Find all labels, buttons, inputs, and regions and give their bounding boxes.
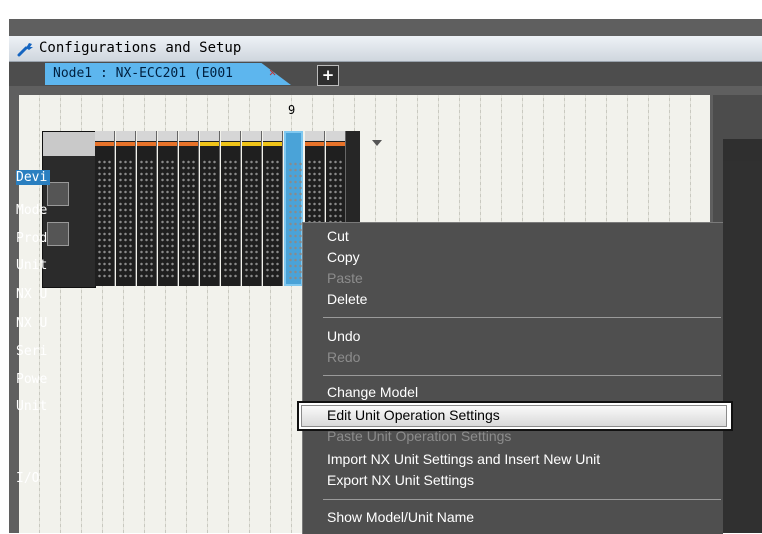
property-label: NX U (16, 316, 48, 331)
nx-unit-4[interactable] (158, 131, 178, 286)
terminal-block (244, 159, 259, 279)
property-label: Powe (16, 372, 48, 387)
unit-cap (242, 131, 261, 141)
property-label: I/O (16, 471, 40, 486)
nx-unit-6[interactable] (200, 131, 220, 286)
chevron-down-icon[interactable] (372, 140, 382, 146)
terminal-block (202, 159, 217, 279)
close-icon[interactable]: ✕ (269, 65, 276, 79)
panel-title: Configurations and Setup (39, 40, 242, 56)
menu-separator (323, 375, 721, 376)
terminal-block (223, 159, 238, 279)
tab-node1[interactable]: Node1 : NX-ECC201 (E001 ✕ (45, 63, 291, 85)
coupler-top (43, 132, 95, 156)
menu-item-cut[interactable]: Cut (327, 228, 349, 244)
unit-cap (326, 131, 345, 141)
properties-header (723, 139, 762, 161)
terminal-block (97, 159, 112, 279)
unit-cap (221, 131, 240, 141)
tab-strip: Node1 : NX-ECC201 (E001 ✕ (9, 62, 762, 86)
menu-separator (323, 499, 721, 500)
property-label[interactable]: Devi (16, 170, 50, 185)
nx-unit-selected[interactable] (284, 131, 303, 286)
unit-cap (179, 131, 198, 141)
terminal-block (265, 159, 280, 279)
panel-titlebar: Configurations and Setup (9, 36, 762, 62)
wrench-icon (17, 40, 35, 58)
menu-item-import-nx-unit-settings[interactable]: Import NX Unit Settings and Insert New U… (327, 451, 600, 467)
status-led (326, 142, 345, 146)
status-led (200, 142, 219, 146)
property-label: Prod (16, 231, 48, 246)
status-led (137, 142, 156, 146)
unit-cap (137, 131, 156, 141)
menu-item-copy[interactable]: Copy (327, 249, 360, 265)
terminal-block (181, 159, 196, 279)
status-led (305, 142, 324, 146)
menu-item-label: Edit Unit Operation Settings (327, 407, 500, 423)
status-led (242, 142, 261, 146)
menu-item-paste[interactable]: Paste (327, 270, 363, 286)
property-label: Unit (16, 258, 48, 273)
ethercat-port-icon (47, 222, 69, 246)
unit-cap (263, 131, 282, 141)
context-menu: Cut Copy Paste Delete Undo Redo Change M… (302, 222, 723, 534)
menu-item-undo[interactable]: Undo (327, 328, 360, 344)
unit-cap (95, 131, 114, 141)
property-label: Mode (16, 203, 48, 218)
terminal-block (118, 159, 133, 279)
nx-unit-2[interactable] (116, 131, 136, 286)
status-led (158, 142, 177, 146)
status-led (95, 142, 114, 146)
menu-item-export-nx-unit-settings[interactable]: Export NX Unit Settings (327, 472, 474, 488)
unit-cap (305, 131, 324, 141)
nx-unit-7[interactable] (221, 131, 241, 286)
unit-cap (200, 131, 219, 141)
status-led (179, 142, 198, 146)
status-led (116, 142, 135, 146)
slot-number: 9 (288, 103, 296, 117)
tab-label: Node1 : NX-ECC201 (E001 (53, 66, 234, 81)
menu-item-change-model[interactable]: Change Model (327, 384, 418, 400)
terminal-block (160, 159, 175, 279)
property-label: Seri (16, 344, 48, 359)
terminal-block (288, 161, 303, 281)
nx-unit-3[interactable] (137, 131, 157, 286)
add-tab-button[interactable]: + (317, 65, 339, 86)
status-led (221, 142, 240, 146)
property-label: Unit (16, 399, 48, 414)
nx-unit-5[interactable] (179, 131, 199, 286)
menu-item-edit-unit-operation-settings[interactable]: Edit Unit Operation Settings (297, 401, 733, 431)
ethercat-port-icon (47, 182, 69, 206)
unit-cap (116, 131, 135, 141)
menu-item-redo[interactable]: Redo (327, 349, 360, 365)
status-led (263, 142, 282, 146)
coupler-unit[interactable] (42, 131, 96, 288)
unit-cap (158, 131, 177, 141)
nx-unit-8[interactable] (242, 131, 262, 286)
terminal-block (139, 159, 154, 279)
properties-list (723, 161, 762, 533)
menu-item-show-model-unit-name[interactable]: Show Model/Unit Name (327, 509, 474, 525)
menu-item-delete[interactable]: Delete (327, 291, 367, 307)
menu-separator (323, 317, 721, 318)
nx-unit-1[interactable] (95, 131, 115, 286)
property-label: NX U (16, 287, 48, 302)
nx-unit-9[interactable] (263, 131, 283, 286)
